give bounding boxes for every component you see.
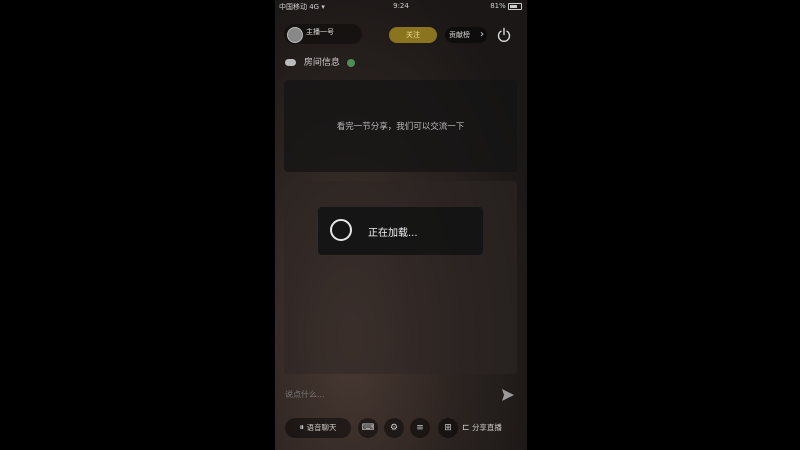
avatar[interactable]	[287, 27, 303, 43]
gear-icon: ⚙	[389, 423, 399, 433]
rank-label: 贡献榜	[449, 31, 470, 39]
power-icon[interactable]	[496, 27, 512, 43]
battery-icon	[508, 2, 522, 10]
send-icon[interactable]	[501, 388, 515, 402]
pause-icon: ⏸	[299, 423, 305, 433]
room-info[interactable]: 房间信息	[285, 55, 355, 69]
follow-button[interactable]: 关注	[389, 27, 437, 43]
loading-text: 正在加载...	[368, 228, 418, 239]
keyboard-button[interactable]: ⌨	[358, 418, 378, 438]
host-profile-chip[interactable]: 主播一号	[284, 24, 362, 44]
settings-button[interactable]: ⚙	[384, 418, 404, 438]
voice-chat-label: 语音聊天	[306, 423, 337, 432]
menu-button[interactable]: ≡	[410, 418, 430, 438]
keyboard-icon: ⌨	[361, 423, 375, 433]
voice-chat-button[interactable]: ⏸ 语音聊天	[285, 418, 351, 438]
room-label-text: 房间信息	[303, 58, 340, 68]
host-name: 主播一号	[306, 28, 334, 36]
notice-text: 看完一节分享，我们可以交流一下	[336, 122, 465, 132]
battery-status: 81%	[490, 2, 522, 10]
status-bar: 中国移动 4G ▾ 9:24 81%	[275, 0, 527, 12]
phone-screen: 中国移动 4G ▾ 9:24 81% 主播一号 关注 贡献榜 › 房间信息 看完…	[275, 0, 527, 450]
status-dot-icon	[346, 58, 355, 67]
menu-icon: ≡	[416, 423, 424, 433]
clock: 9:24	[393, 2, 409, 10]
gift-button[interactable]: ⊞	[438, 418, 458, 438]
top-bar: 主播一号 关注 贡献榜 ›	[275, 22, 527, 48]
share-live-button[interactable]: ⊏ 分享直播	[462, 418, 502, 438]
bottom-toolbar: ⏸ 语音聊天 ⌨ ⚙ ≡ ⊞ ⊏ 分享直播	[275, 415, 527, 443]
spinner-icon	[330, 219, 352, 241]
share-icon: ⊏	[462, 423, 470, 433]
share-label: 分享直播	[471, 423, 502, 432]
contribution-rank-button[interactable]: 贡献榜 ›	[445, 27, 487, 43]
gift-icon: ⊞	[444, 423, 452, 433]
battery-percent: 81%	[490, 2, 506, 10]
chevron-right-icon: ›	[480, 29, 484, 40]
cloud-icon	[285, 59, 296, 66]
chat-input[interactable]: 说点什么...	[285, 386, 485, 404]
notice-card: 看完一节分享，我们可以交流一下	[284, 80, 517, 172]
loading-toast: 正在加载...	[318, 207, 483, 255]
